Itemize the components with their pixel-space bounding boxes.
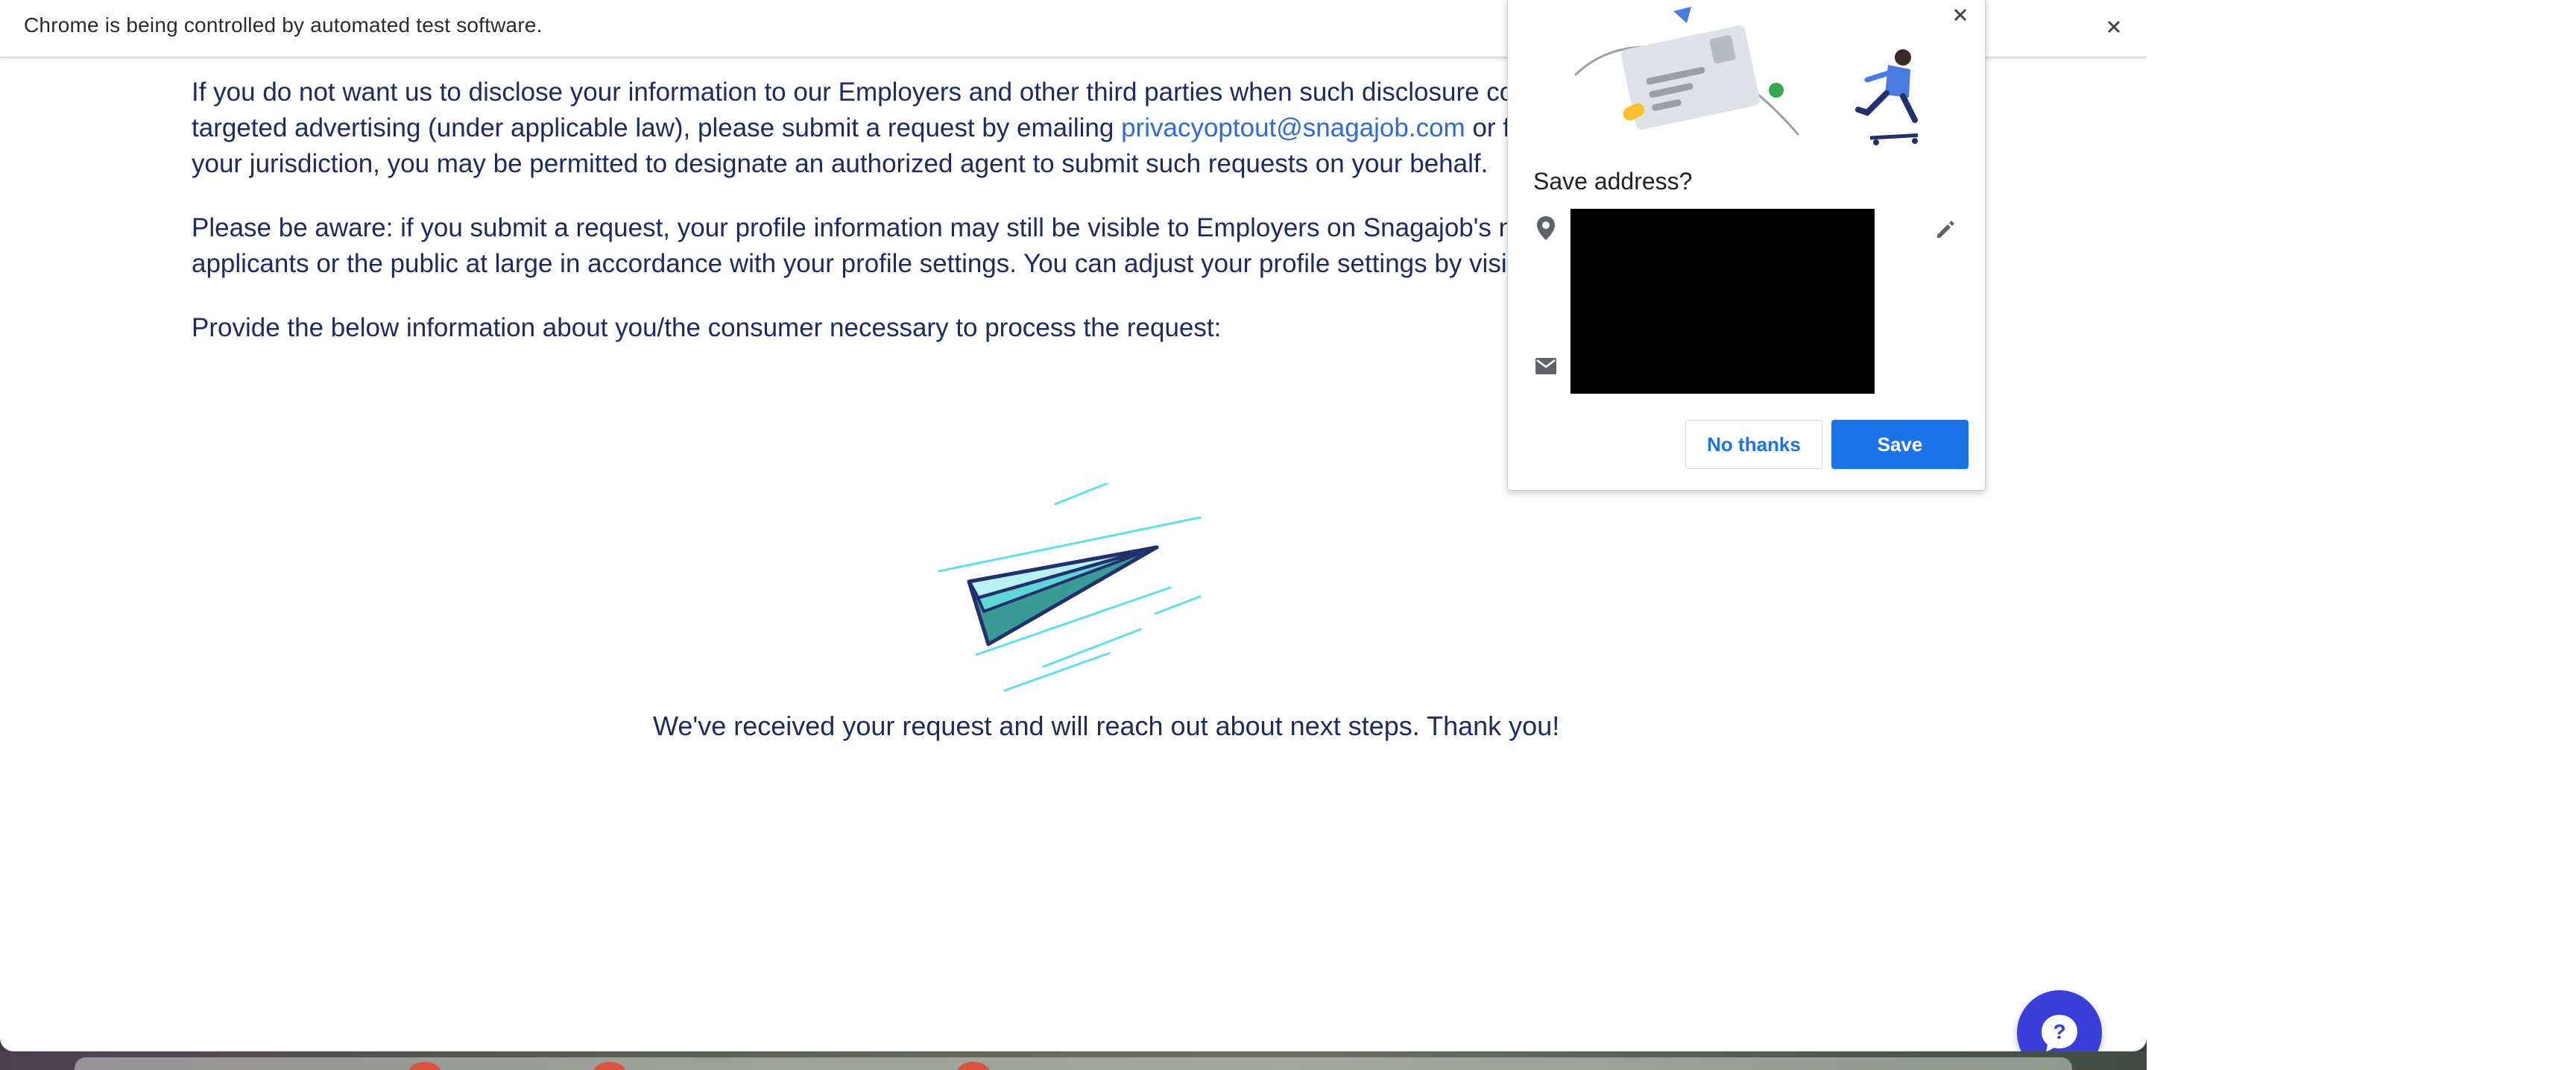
browser-window: Chrome is being controlled by automated …: [0, 0, 2147, 1051]
save-address-dialog: Save address? No thanks Save: [1507, 0, 1986, 491]
confirmation-message: We've received your request and will rea…: [653, 711, 1560, 741]
location-pin-icon: [1537, 216, 1555, 240]
request-instructions: Provide the below information about you/…: [192, 313, 1222, 342]
address-illustration: [1575, 7, 1918, 145]
infobar-message: Chrome is being controlled by automated …: [24, 13, 543, 37]
opt-out-paragraph-line-3: your jurisdiction, you may be permitted …: [192, 149, 1489, 178]
desktop-background: [2147, 0, 2576, 1070]
dock: [75, 1057, 2072, 1070]
help-chat-button[interactable]: ?: [2017, 990, 2102, 1051]
opt-out-paragraph-line-2: targeted advertising (under applicable l…: [192, 110, 1606, 146]
save-button[interactable]: Save: [1831, 420, 1969, 469]
paper-plane-illustration: [938, 483, 1202, 692]
redacted-address-details: [1570, 209, 1875, 394]
profile-visibility-paragraph-line-1: Please be aware: if you submit a request…: [192, 213, 1631, 242]
profile-visibility-paragraph-line-2: applicants or the public at large in acc…: [192, 249, 1597, 278]
dialog-title: Save address?: [1533, 168, 1693, 195]
no-thanks-button[interactable]: No thanks: [1685, 420, 1822, 469]
chat-help-icon: ?: [2042, 1015, 2077, 1051]
close-icon[interactable]: [2099, 12, 2129, 42]
mail-icon: [1535, 358, 1556, 374]
close-icon[interactable]: [1948, 2, 1973, 28]
screen: Chrome is being controlled by automated …: [0, 0, 2576, 1070]
privacy-email-link[interactable]: privacyoptout@snagajob.com: [1121, 113, 1465, 142]
pencil-icon[interactable]: [1933, 217, 1958, 242]
opt-out-paragraph-line-1: If you do not want us to disclose your i…: [192, 78, 1599, 107]
opt-out-text: targeted advertising (under applicable l…: [192, 113, 1122, 142]
svg-text:?: ?: [2053, 1020, 2065, 1043]
